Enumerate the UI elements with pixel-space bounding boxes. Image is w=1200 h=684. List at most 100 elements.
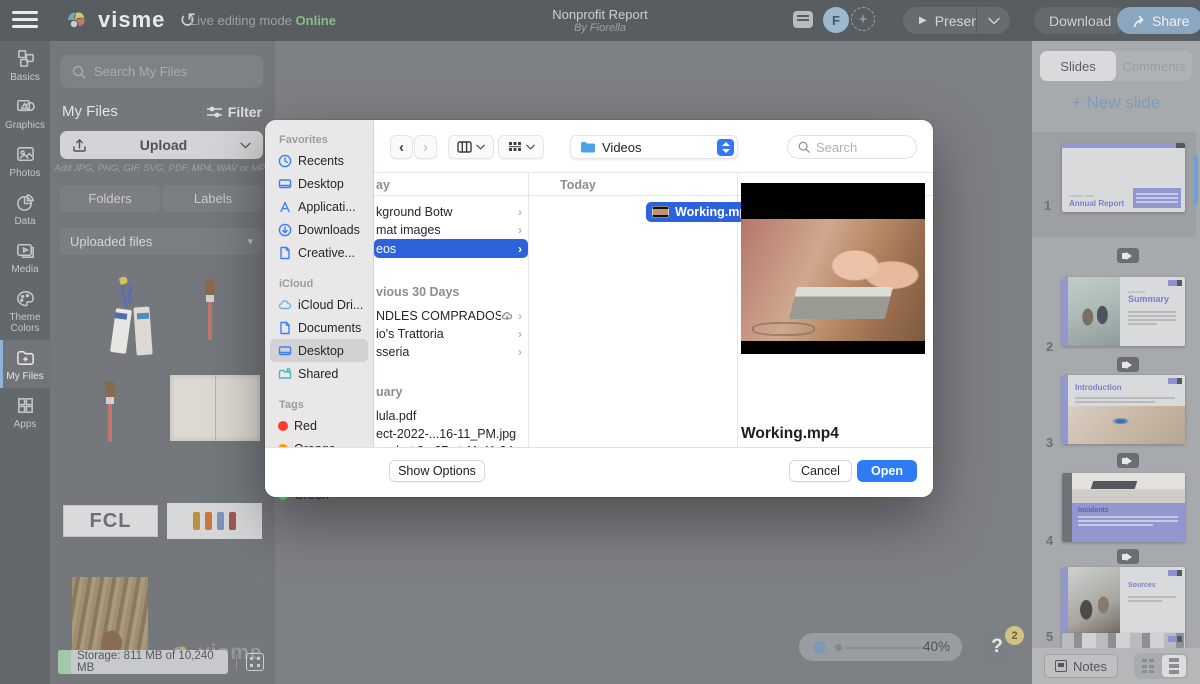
top-bar: visme ↺ Live editing mode Online Nonprof… — [0, 0, 1200, 41]
comments-icon[interactable] — [793, 11, 813, 28]
uploaded-file-fcl-logo[interactable]: FCL — [63, 505, 158, 537]
new-slide-button[interactable]: + New slide — [1032, 93, 1200, 113]
slide-row-3[interactable]: 3 Introduction — [1032, 341, 1196, 444]
finder-item-recents[interactable]: Recents — [270, 149, 368, 172]
my-files-panel: Search My Files My Files Filter Upload A… — [50, 41, 275, 684]
brand-name: visme — [98, 7, 165, 33]
filter-button[interactable]: Filter — [207, 104, 262, 120]
cloud-icon — [278, 298, 292, 312]
zoom-slider-handle[interactable] — [813, 641, 826, 654]
theme-colors-palette-icon — [15, 288, 36, 309]
folder-row-videos-selected[interactable]: eos› — [374, 239, 528, 258]
slides-scrollbar[interactable] — [1194, 155, 1198, 205]
group-button[interactable] — [498, 135, 544, 159]
sidebar-item-photos[interactable]: Photos — [0, 137, 50, 185]
finder-item-creative[interactable]: Creative... — [270, 241, 368, 264]
notes-button[interactable]: Notes — [1044, 654, 1118, 678]
zoom-slider-marker — [835, 644, 842, 651]
finder-item-desktop[interactable]: Desktop — [270, 172, 368, 195]
share-button[interactable]: Share — [1117, 7, 1200, 34]
finder-item-desktop-icloud[interactable]: Desktop — [270, 339, 368, 362]
folder-row[interactable]: mat images› — [374, 220, 528, 239]
finder-item-documents[interactable]: Documents — [270, 316, 368, 339]
zoom-slider-track[interactable] — [845, 647, 925, 649]
slide-thumbnail-3[interactable]: Introduction — [1062, 375, 1185, 444]
zoom-level: 40% — [923, 639, 950, 654]
slide-thumbnail-2[interactable]: EXECUTIVE Summary — [1062, 277, 1185, 346]
finder-item-icloud-drive[interactable]: iCloud Dri... — [270, 293, 368, 316]
view-mode-button[interactable] — [448, 135, 494, 159]
slide-row-2[interactable]: 2 EXECUTIVE Summary — [1032, 245, 1196, 348]
visme-logo[interactable]: visme ↺ — [62, 6, 196, 34]
tab-comments[interactable]: Comments — [1116, 51, 1192, 81]
red-tag-icon — [278, 421, 288, 431]
tab-slides[interactable]: Slides — [1040, 51, 1116, 81]
folder-row[interactable]: NDLES COMPRADOS › — [374, 306, 528, 325]
dropdown-stepper-icon — [717, 139, 734, 156]
file-row[interactable]: lula.pdf — [374, 406, 528, 425]
tab-labels[interactable]: Labels — [163, 185, 263, 212]
folder-row[interactable]: sseria› — [374, 342, 528, 361]
slide-thumbnail-4[interactable]: Incidents — [1062, 473, 1185, 542]
downloads-icon — [278, 223, 292, 237]
search-placeholder: Search My Files — [94, 64, 187, 79]
group-header: ay — [376, 178, 390, 192]
shortcuts-icon[interactable] — [246, 653, 264, 671]
upload-button[interactable]: Upload — [60, 131, 263, 159]
chevron-down-icon — [476, 144, 485, 150]
slide-thumbnail-1[interactable]: COMPANY NAME Annual Report — [1062, 143, 1185, 212]
sidebar-item-basics[interactable]: Basics — [0, 41, 50, 89]
download-button[interactable]: Download — [1034, 7, 1126, 34]
group-icon — [508, 141, 522, 153]
slide-row-4[interactable]: 4 Incidents — [1032, 439, 1196, 542]
present-dropdown-button[interactable] — [976, 7, 1010, 34]
finder-item-downloads[interactable]: Downloads — [270, 218, 368, 241]
tab-folders[interactable]: Folders — [60, 185, 160, 212]
sidebar-item-theme-colors[interactable]: Theme Colors — [0, 281, 50, 340]
finder-item-applications[interactable]: Applicati... — [270, 195, 368, 218]
document-title-block[interactable]: Nonprofit Report By Fiorella — [470, 7, 730, 34]
list-view-button[interactable] — [1162, 655, 1186, 677]
sidebar-item-graphics[interactable]: Graphics — [0, 89, 50, 137]
finder-tag-red[interactable]: Red — [270, 414, 368, 437]
slide-thumbnail-5[interactable]: Sources — [1062, 567, 1185, 636]
add-collaborator-button[interactable]: + — [851, 7, 875, 31]
uploaded-file-notebook[interactable] — [170, 375, 260, 441]
grid-view-button[interactable] — [1136, 655, 1160, 677]
dialog-search-input[interactable]: Search — [787, 135, 917, 159]
slide-thumbnail-6[interactable] — [1062, 633, 1185, 648]
slide-row-1[interactable]: 1 COMPANY NAME Annual Report — [1032, 132, 1196, 237]
uploaded-file-paint-tubes[interactable] — [95, 273, 175, 388]
sidebar-item-apps[interactable]: Apps — [0, 388, 50, 436]
finder-item-shared[interactable]: Shared — [270, 362, 368, 385]
slide-row-5[interactable]: 5 Sources — [1032, 535, 1196, 638]
forward-button[interactable]: › — [414, 135, 437, 159]
location-label: Videos — [602, 140, 710, 155]
sidebar-item-media[interactable]: Media — [0, 233, 50, 281]
folder-row[interactable]: io's Trattoria› — [374, 324, 528, 343]
open-button[interactable]: Open — [857, 460, 917, 482]
photos-image-icon — [15, 144, 36, 165]
location-dropdown[interactable]: Videos — [570, 135, 738, 159]
uploaded-files-section-header[interactable]: Uploaded files ▾ — [60, 228, 263, 255]
uploaded-file-illustration[interactable] — [167, 503, 262, 539]
dialog-footer: Show Options Cancel Open — [265, 447, 933, 497]
document-title: Nonprofit Report — [470, 7, 730, 22]
uploaded-file-brush-2[interactable] — [105, 381, 115, 443]
uploaded-file-brush-1[interactable] — [205, 279, 215, 341]
document-icon — [278, 246, 292, 260]
sidebar-item-my-files[interactable]: My Files — [0, 340, 50, 388]
cancel-button[interactable]: Cancel — [789, 460, 852, 482]
folder-row[interactable]: kground Botw› — [374, 202, 528, 221]
slides-panel: Slides Comments + New slide 1 COMPANY NA… — [1032, 41, 1200, 684]
group-header: vious 30 Days — [376, 285, 459, 299]
hamburger-menu-icon[interactable] — [12, 11, 38, 29]
search-input[interactable]: Search My Files — [60, 55, 263, 88]
folder-icon — [580, 141, 595, 153]
apps-grid-icon — [15, 395, 36, 416]
show-options-button[interactable]: Show Options — [389, 460, 485, 482]
avatar[interactable]: F — [823, 7, 849, 33]
sidebar-item-data[interactable]: Data — [0, 185, 50, 233]
back-button[interactable]: ‹ — [390, 135, 413, 159]
desktop-icon — [278, 344, 292, 358]
